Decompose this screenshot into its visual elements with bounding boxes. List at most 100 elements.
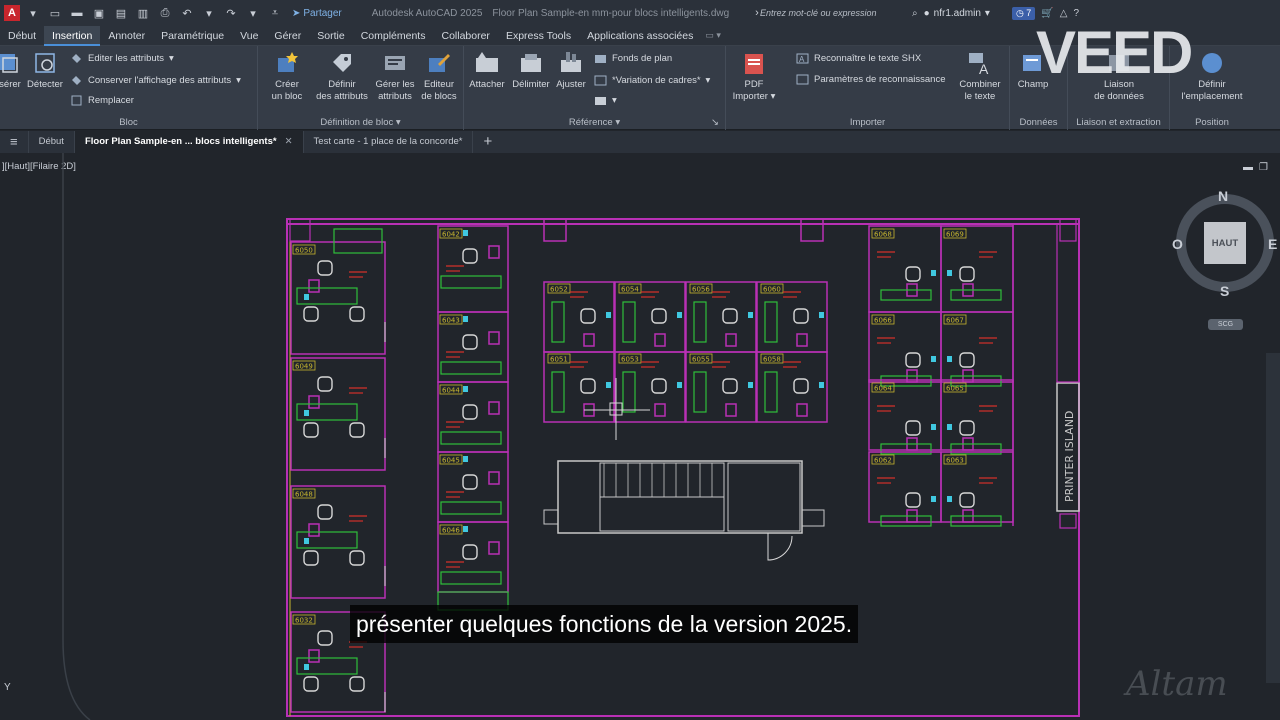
redo-icon[interactable]: ↷	[224, 6, 238, 20]
chair	[349, 676, 365, 692]
panel-importer: PDF Importer ▾ A Reconnaître le texte SHX…	[726, 46, 1010, 130]
tab-collaborer[interactable]: Collaborer	[433, 26, 497, 46]
panel-launcher-icon[interactable]: ↘	[711, 117, 719, 128]
manage-attributes-button[interactable]: Gérer les attributs	[370, 50, 420, 103]
room-number: 6049	[295, 363, 313, 371]
chair	[462, 334, 478, 350]
tab-sortie[interactable]: Sortie	[309, 26, 352, 46]
autocad-logo-icon[interactable]: A	[4, 5, 20, 21]
combine-text-button[interactable]: A Combiner le texte	[954, 50, 1006, 103]
printer-island-label: PRINTER ISLAND	[1063, 411, 1076, 502]
search-icon[interactable]: ⌕	[912, 8, 918, 19]
undo-icon[interactable]: ↶	[180, 6, 194, 20]
compass-n[interactable]: N	[1218, 188, 1228, 204]
notifications-badge[interactable]: ◷ 7	[1011, 6, 1036, 20]
tab-express-tools[interactable]: Express Tools	[498, 26, 579, 46]
doc-tab-floor-plan[interactable]: Floor Plan Sample-en ... blocs intellige…	[74, 131, 304, 153]
triangle-icon[interactable]: △	[1060, 8, 1068, 19]
tab-gerer[interactable]: Gérer	[266, 26, 309, 46]
panel-title-definition[interactable]: Définition de bloc ▾	[258, 117, 463, 128]
chair	[462, 474, 478, 490]
tab-insertion[interactable]: Insertion	[44, 25, 101, 46]
tab-vue[interactable]: Vue	[232, 26, 266, 46]
replace-button[interactable]: Remplacer	[70, 94, 134, 107]
pdf-import-button[interactable]: PDF Importer ▾	[730, 50, 778, 103]
doc-tab-test-carte[interactable]: Test carte - 1 place de la concorde*	[304, 131, 474, 153]
room-number: 6066	[874, 317, 892, 325]
monitor	[304, 410, 309, 416]
insert-block-icon	[0, 54, 18, 73]
search-input[interactable]: Entrez mot-clé ou expression	[752, 4, 902, 22]
adjust-button[interactable]: Ajuster	[554, 50, 588, 91]
viewcube-face[interactable]: HAUT	[1204, 222, 1246, 264]
panel-title-liaison: Liaison et extraction	[1076, 117, 1161, 128]
chair	[959, 266, 975, 282]
tab-applications-associees[interactable]: Applications associées	[579, 26, 701, 46]
plot-icon[interactable]: ⎙	[158, 6, 172, 20]
pdf-line1: PDF	[744, 79, 764, 90]
altam-watermark: Altam	[1126, 664, 1228, 704]
cart-icon[interactable]: 🛒	[1041, 8, 1053, 19]
wcs-menu[interactable]: SCG	[1208, 319, 1243, 330]
viewcube[interactable]: N S O E HAUT	[1170, 186, 1280, 299]
attach-button[interactable]: Attacher	[466, 50, 508, 91]
close-icon[interactable]: ✕	[285, 131, 293, 153]
room-number: 6042	[442, 231, 460, 239]
desk	[693, 371, 707, 413]
desk-chair	[488, 331, 500, 345]
web-save-icon[interactable]: ▥	[136, 6, 150, 20]
location-line1: Définir	[1198, 79, 1226, 90]
tab-complements[interactable]: Compléments	[353, 26, 434, 46]
minimize-viewport-icon[interactable]: ▬	[1243, 162, 1253, 173]
chair	[959, 352, 975, 368]
ribbon-options-icon[interactable]: ▭ ▾	[705, 30, 721, 41]
combine-text-label: Combiner le texte	[959, 79, 1000, 103]
recognition-settings-button[interactable]: Paramètres de reconnaissance	[796, 73, 946, 86]
chair	[722, 308, 738, 324]
open-icon[interactable]: ▬	[70, 6, 84, 20]
customize-icon[interactable]: ⩡	[268, 6, 282, 20]
redo-dropdown-icon[interactable]: ▾	[246, 6, 260, 20]
chair	[303, 306, 319, 322]
restore-viewport-icon[interactable]: ❐	[1259, 162, 1268, 173]
snap-underlay-button[interactable]: ▾	[594, 94, 617, 107]
undo-dropdown-icon[interactable]: ▾	[202, 6, 216, 20]
doc-tab-debut[interactable]: Début	[29, 131, 75, 153]
file-title: Floor Plan Sample-en mm-pour blocs intel…	[492, 7, 730, 19]
compass-e[interactable]: E	[1268, 236, 1277, 252]
define-attributes-button[interactable]: Définir des attributs	[312, 50, 372, 103]
clip-button[interactable]: Délimiter	[508, 50, 554, 91]
create-block-button[interactable]: Créer un bloc	[264, 50, 310, 103]
tab-parametrique[interactable]: Paramétrique	[153, 26, 232, 46]
panel-title-reference[interactable]: Référence ▾ ↘	[464, 117, 725, 128]
insert-button[interactable]: sérer	[0, 50, 24, 91]
tab-debut[interactable]: Début	[0, 26, 44, 46]
detect-button[interactable]: Détecter	[24, 50, 66, 91]
share-button[interactable]: ➤ Partager	[292, 8, 342, 19]
tab-annoter[interactable]: Annoter	[100, 26, 153, 46]
new-tab-button[interactable]: +	[473, 131, 502, 153]
new-icon[interactable]: ▭	[48, 6, 62, 20]
block-editor-button[interactable]: Editeur de blocs	[416, 50, 462, 103]
navigation-bar[interactable]	[1266, 353, 1280, 683]
monitor	[931, 270, 936, 276]
chair	[959, 420, 975, 436]
retain-attribute-display-button[interactable]: Conserver l'affichage des attributs ▾	[70, 74, 241, 87]
desk	[880, 515, 932, 527]
compass-w[interactable]: O	[1172, 236, 1183, 252]
save-icon[interactable]: ▣	[92, 6, 106, 20]
user-menu[interactable]: ● nfr1.admin ▾	[924, 8, 990, 19]
save-as-icon[interactable]: ▤	[114, 6, 128, 20]
monitor	[947, 496, 952, 502]
help-icon[interactable]: ?	[1073, 8, 1079, 19]
dropdown-icon[interactable]: ▾	[26, 6, 40, 20]
recognize-shx-button[interactable]: A Reconnaître le texte SHX	[796, 52, 921, 65]
compass-s[interactable]: S	[1220, 283, 1229, 299]
edit-attributes-button[interactable]: Editer les attributs ▾	[70, 52, 174, 65]
hamburger-icon[interactable]: ≡	[0, 131, 29, 153]
share-label: Partager	[303, 7, 342, 19]
frames-vary-button[interactable]: *Variation de cadres* ▾	[594, 74, 710, 87]
underlay-button[interactable]: Fonds de plan	[594, 52, 672, 65]
monitor	[677, 382, 682, 388]
monitor	[748, 312, 753, 318]
